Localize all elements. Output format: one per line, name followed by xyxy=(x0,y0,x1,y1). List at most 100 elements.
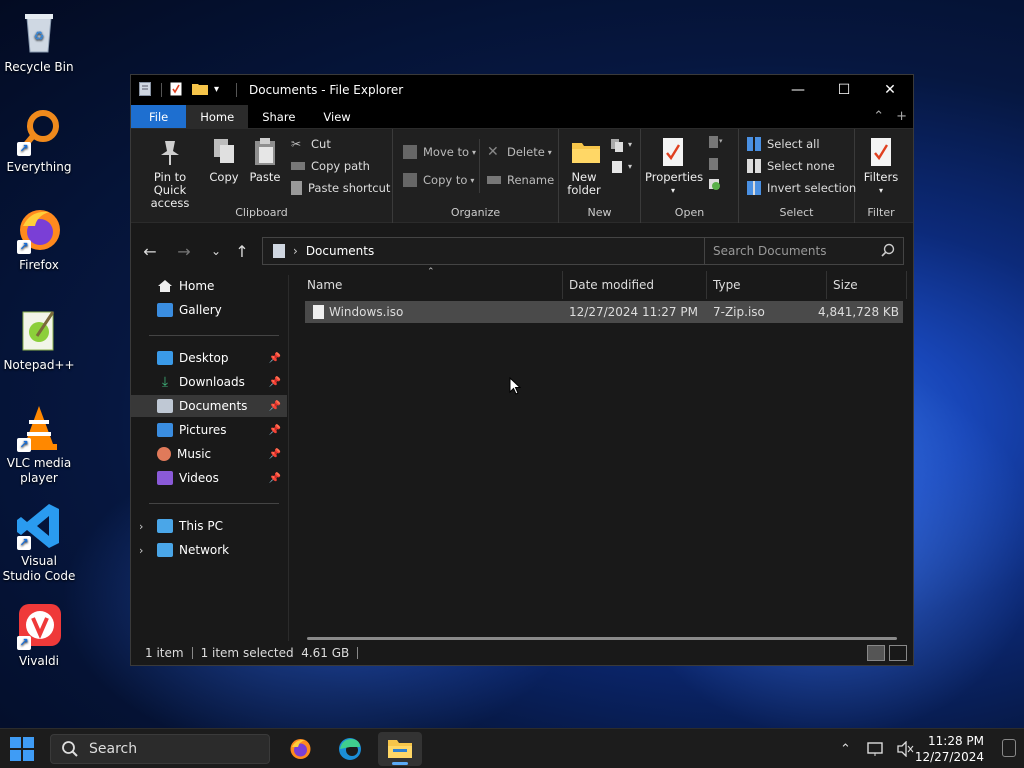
pin-icon[interactable]: 📌 xyxy=(269,401,281,412)
nav-item-music[interactable]: Music 📌 xyxy=(131,443,287,465)
help-plus-icon[interactable]: + xyxy=(896,105,907,128)
open-icon[interactable]: ▾ xyxy=(707,135,723,149)
properties-check-icon[interactable] xyxy=(170,82,184,98)
nav-item-network[interactable]: › Network xyxy=(131,539,287,561)
start-button[interactable] xyxy=(10,737,34,761)
new-folder-icon[interactable] xyxy=(192,82,208,98)
invert-selection-button[interactable]: Invert selection xyxy=(747,181,856,195)
copy-button[interactable]: Copy xyxy=(207,137,241,184)
pin-icon[interactable]: 📌 xyxy=(269,425,281,436)
close-button[interactable]: ✕ xyxy=(867,75,913,105)
pin-icon[interactable]: 📌 xyxy=(269,473,281,484)
select-none-button[interactable]: Select none xyxy=(747,159,835,173)
ribbon-group-new: New folder ▾ ▾ New xyxy=(559,129,641,223)
forward-arrow-icon[interactable]: → xyxy=(169,242,199,261)
breadcrumb-documents[interactable]: Documents xyxy=(306,244,374,258)
nav-item-documents[interactable]: Documents 📌 xyxy=(131,395,287,417)
desktop-icon-label: VLC media player xyxy=(6,456,72,485)
group-label-organize: Organize xyxy=(450,206,501,219)
details-view-icon[interactable] xyxy=(867,645,885,661)
nav-item-desktop[interactable]: Desktop 📌 xyxy=(131,347,287,369)
large-icons-view-icon[interactable] xyxy=(889,645,907,661)
new-item-icon[interactable]: ▾ xyxy=(609,137,633,153)
column-header-date[interactable]: Date modified xyxy=(563,271,707,299)
up-arrow-icon[interactable]: ↑ xyxy=(227,242,257,261)
column-header-name[interactable]: Name xyxy=(301,271,563,299)
downloads-icon: ⤓ xyxy=(161,374,169,390)
nav-item-pictures[interactable]: Pictures 📌 xyxy=(131,419,287,441)
new-folder-button[interactable]: New folder xyxy=(565,137,603,197)
tray-overflow-chevron-icon[interactable]: ⌃ xyxy=(840,729,851,768)
desktop-icon-vscode[interactable]: ↗ Visual Studio Code xyxy=(1,502,77,584)
pin-icon[interactable]: 📌 xyxy=(269,377,281,388)
gallery-icon xyxy=(157,303,173,317)
notification-center-icon[interactable] xyxy=(1002,739,1016,757)
properties-icon xyxy=(660,137,686,167)
taskbar-search[interactable]: Search xyxy=(50,734,270,764)
copy-to-button[interactable]: Copy to ▾ xyxy=(403,173,474,187)
paste-shortcut-button[interactable]: Paste shortcut xyxy=(291,181,390,195)
pin-icon[interactable]: 📌 xyxy=(269,449,281,460)
select-all-button[interactable]: Select all xyxy=(747,137,820,151)
notepadpp-icon xyxy=(15,306,63,354)
pin-icon[interactable]: 📌 xyxy=(269,353,281,364)
search-box[interactable]: Search Documents xyxy=(704,237,904,265)
desktop-icon-label: Vivaldi xyxy=(18,654,60,668)
rename-button[interactable]: Rename xyxy=(487,173,554,187)
desktop-icon-label: Notepad++ xyxy=(3,358,75,372)
delete-button[interactable]: ✕ Delete ▾ xyxy=(487,145,552,159)
copy-path-button[interactable]: Copy path xyxy=(291,159,370,173)
edit-icon[interactable] xyxy=(707,157,723,171)
expand-chevron-icon[interactable]: › xyxy=(139,520,143,533)
status-item-count: 1 item xyxy=(145,646,184,660)
desktop-icon-everything[interactable]: ↗ Everything xyxy=(1,108,77,175)
pin-to-quick-access-button[interactable]: Pin to Quick access xyxy=(137,137,203,210)
nav-item-gallery[interactable]: Gallery xyxy=(131,299,287,321)
network-status-icon[interactable] xyxy=(866,729,886,768)
nav-separator xyxy=(149,335,279,336)
title-separator xyxy=(161,83,162,97)
paste-button[interactable]: Paste xyxy=(247,137,283,184)
file-icon xyxy=(313,305,324,319)
nav-item-this-pc[interactable]: › This PC xyxy=(131,515,287,537)
status-separator xyxy=(357,647,359,659)
horizontal-scrollbar[interactable] xyxy=(307,637,897,640)
nav-item-home[interactable]: Home xyxy=(131,275,287,297)
quick-access-dropdown-icon[interactable]: ▾ xyxy=(214,82,228,98)
tab-home[interactable]: Home xyxy=(186,105,249,128)
easy-access-icon[interactable]: ▾ xyxy=(609,159,633,175)
desktop-icon-notepadpp[interactable]: Notepad++ xyxy=(1,306,77,373)
vlc-icon: ↗ xyxy=(15,404,63,452)
taskbar-clock[interactable]: 11:28 PM 12/27/2024 xyxy=(915,733,984,765)
desktop-icon-firefox[interactable]: ↗ Firefox xyxy=(1,206,77,273)
taskbar-file-explorer[interactable] xyxy=(378,732,422,766)
nav-item-downloads[interactable]: ⤓ Downloads 📌 xyxy=(131,371,287,393)
filters-button[interactable]: Filters ▾ xyxy=(859,137,903,197)
document-icon xyxy=(139,82,153,98)
nav-item-videos[interactable]: Videos 📌 xyxy=(131,467,287,489)
maximize-button[interactable]: ☐ xyxy=(821,75,867,105)
expand-chevron-icon[interactable]: › xyxy=(139,544,143,557)
column-header-size[interactable]: Size xyxy=(827,271,907,299)
collapse-ribbon-icon[interactable]: ⌃ xyxy=(873,105,884,128)
search-input[interactable]: Search Documents xyxy=(713,244,826,258)
column-header-type[interactable]: Type xyxy=(707,271,827,299)
title-bar[interactable]: ▾ Documents - File Explorer — ☐ ✕ xyxy=(131,75,913,105)
tab-file[interactable]: File xyxy=(131,105,187,128)
cut-button[interactable]: ✂ Cut xyxy=(291,137,331,151)
minimize-button[interactable]: — xyxy=(775,75,821,105)
shortcut-arrow-icon: ↗ xyxy=(17,536,31,550)
tab-share[interactable]: Share xyxy=(248,105,309,128)
desktop-icon-recycle-bin[interactable]: ♻ Recycle Bin xyxy=(1,8,77,75)
properties-button[interactable]: Properties ▾ xyxy=(645,137,703,197)
tab-view[interactable]: View xyxy=(309,105,364,128)
speaker-muted-icon[interactable] xyxy=(896,729,914,768)
history-icon[interactable] xyxy=(707,177,723,191)
back-arrow-icon[interactable]: ← xyxy=(135,242,165,261)
taskbar-firefox[interactable] xyxy=(278,732,322,766)
desktop-icon-vivaldi[interactable]: ↗ Vivaldi xyxy=(1,602,77,669)
taskbar-edge[interactable] xyxy=(328,732,372,766)
move-to-button[interactable]: Move to ▾ xyxy=(403,145,476,159)
table-row[interactable]: Windows.iso 12/27/2024 11:27 PM 7-Zip.is… xyxy=(305,301,903,323)
desktop-icon-vlc[interactable]: ↗ VLC media player xyxy=(1,404,77,486)
